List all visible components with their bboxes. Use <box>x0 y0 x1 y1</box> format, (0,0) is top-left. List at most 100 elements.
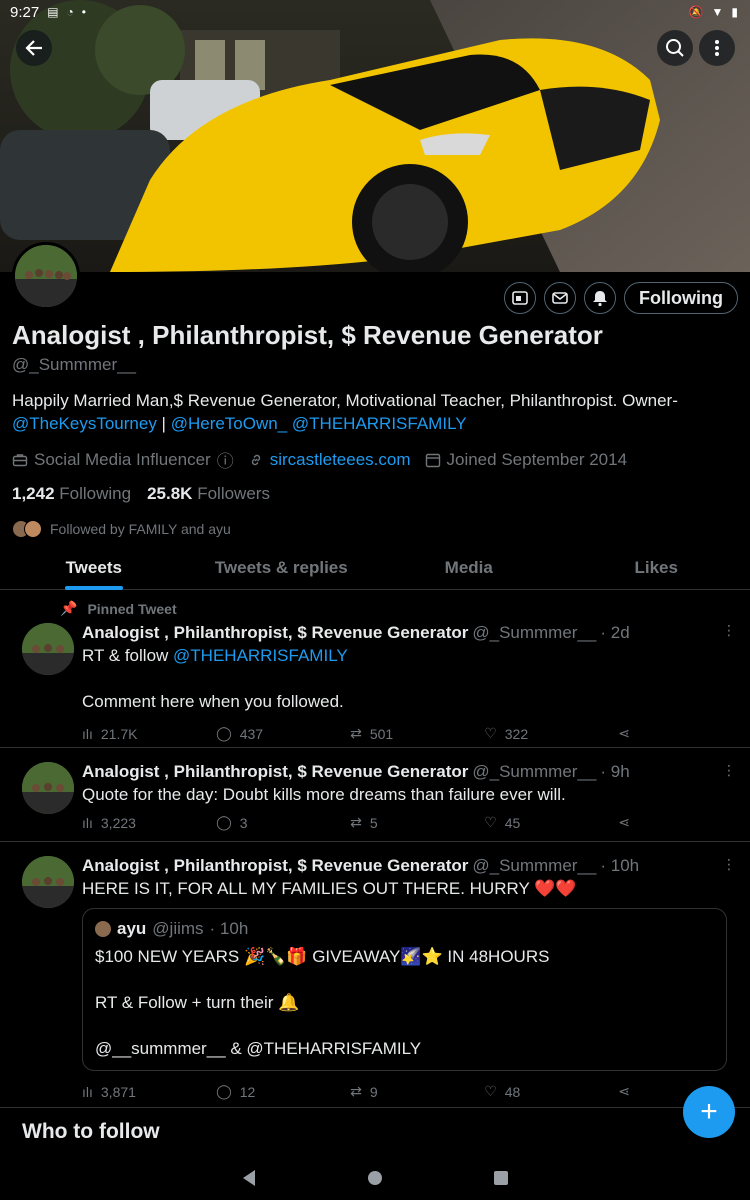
status-bar: 9:27 ▤ ◔ • 🔕 ▼ ▮ <box>0 0 750 24</box>
search-button[interactable] <box>657 30 693 66</box>
website-item: sircastleteees.com <box>248 450 411 470</box>
retweet-count: 5 <box>369 814 378 831</box>
share-button[interactable]: ⋖ <box>618 1083 630 1100</box>
website-link[interactable]: sircastleteees.com <box>270 450 411 470</box>
tweet-more-icon[interactable]: ⋮ <box>722 622 736 639</box>
tweet-item[interactable]: Analogist , Philanthropist, $ Revenue Ge… <box>0 748 750 842</box>
reply-icon: ◯ <box>216 725 232 741</box>
reply-button[interactable]: ◯ 12 <box>216 1083 286 1100</box>
like-button[interactable]: ♡ 322 <box>484 725 554 742</box>
avatar-image <box>15 245 77 307</box>
news-icon: ▤ <box>47 5 59 19</box>
subscribe-button[interactable] <box>504 282 537 314</box>
tweet-actions: ılı 21.7K ◯ 437 ⇄ 501 ♡ 322 ⋖ <box>82 725 630 742</box>
heart-icon: ♡ <box>484 725 497 741</box>
back-button[interactable] <box>16 30 52 66</box>
tweet-text-line2: Comment here when you followed. <box>82 692 344 711</box>
who-to-follow-heading: Who to follow <box>22 1120 160 1143</box>
quote-header: ayu @jiims · 10h <box>95 919 714 939</box>
display-name: Analogist , Philanthropist, $ Revenue Ge… <box>12 320 603 350</box>
reply-count: 12 <box>239 1083 256 1100</box>
retweet-icon: ⇄ <box>350 814 362 830</box>
following-count: 1,242 <box>12 484 55 503</box>
category-label: Social Media Influencer <box>34 449 211 469</box>
tweet-handle: @_Summmer__ <box>472 762 597 781</box>
following-label: Following <box>59 484 132 503</box>
profile-meta: Social Media Influencer ⓘ sircastleteees… <box>12 447 738 472</box>
followed-by-text: Followed by FAMILY and ayu <box>50 521 231 537</box>
tweet-handle: @_Summmer__ <box>472 623 597 642</box>
share-button[interactable]: ⋖ <box>618 814 630 831</box>
retweet-count: 501 <box>369 725 394 742</box>
like-count: 322 <box>504 725 529 742</box>
heart-icon: ♡ <box>484 1083 497 1099</box>
tweet-text: Quote for the day: Doubt kills more drea… <box>82 785 566 804</box>
bio-link-keystourney[interactable]: @TheKeysTourney <box>12 414 157 433</box>
retweet-button[interactable]: ⇄ 5 <box>350 814 420 831</box>
reply-button[interactable]: ◯ 437 <box>216 725 286 742</box>
retweet-button[interactable]: ⇄ 501 <box>350 725 420 742</box>
tweet-mention-link[interactable]: @THEHARRISFAMILY <box>173 646 348 665</box>
joined-item: Joined September 2014 <box>425 450 627 470</box>
mute-icon: 🔕 <box>688 5 704 19</box>
like-button[interactable]: ♡ 48 <box>484 1083 554 1100</box>
views-icon: ılı <box>82 725 93 742</box>
followed-by[interactable]: Followed by FAMILY and ayu <box>12 520 738 538</box>
compose-tweet-button[interactable]: + <box>683 1086 735 1138</box>
reply-count: 437 <box>239 725 264 742</box>
tweet-author[interactable]: Analogist , Philanthropist, $ Revenue Ge… <box>82 762 468 782</box>
views-count: 3,871 <box>100 1083 136 1100</box>
quoted-tweet[interactable]: ayu @jiims · 10h $100 NEW YEARS 🎉🍾🎁 GIVE… <box>82 908 727 1071</box>
profile-avatar[interactable] <box>12 242 80 310</box>
tab-media[interactable]: Media <box>375 546 563 589</box>
info-icon[interactable]: ⓘ <box>217 447 234 472</box>
like-button[interactable]: ♡ 45 <box>484 814 554 831</box>
tab-tweets-replies[interactable]: Tweets & replies <box>188 546 376 589</box>
banner-image <box>0 0 750 272</box>
following-count-link[interactable]: 1,242 Following <box>12 484 131 504</box>
plus-icon: + <box>700 1095 718 1128</box>
nav-home-icon[interactable] <box>367 1170 383 1186</box>
mail-icon <box>552 292 568 304</box>
message-button[interactable] <box>544 282 577 314</box>
followers-count: 25.8K <box>147 484 193 503</box>
avatar-image <box>22 856 74 908</box>
reply-button[interactable]: ◯ 3 <box>216 814 286 831</box>
tweet-header: Analogist , Philanthropist, $ Revenue Ge… <box>82 762 734 782</box>
tweet-item[interactable]: 📌 Pinned Tweet Analogist , Philanthropis… <box>0 592 750 748</box>
share-button[interactable]: ⋖ <box>618 725 630 742</box>
share-icon: ⋖ <box>618 814 630 830</box>
retweet-icon: ⇄ <box>350 725 362 741</box>
views-button[interactable]: ılı 21.7K <box>82 725 152 742</box>
dot-icon: • <box>81 5 86 19</box>
views-button[interactable]: ılı 3,223 <box>82 814 152 831</box>
views-count: 21.7K <box>100 725 138 742</box>
more-button[interactable] <box>699 30 735 66</box>
nav-back-icon[interactable] <box>241 1169 257 1187</box>
bell-plus-icon <box>593 291 608 307</box>
reply-icon: ◯ <box>216 814 232 830</box>
tweet-item[interactable]: Analogist , Philanthropist, $ Revenue Ge… <box>0 842 750 1108</box>
tab-likes[interactable]: Likes <box>563 546 750 589</box>
bio-link-harrisfamily[interactable]: @THEHARRISFAMILY <box>292 414 467 433</box>
tweet-author[interactable]: Analogist , Philanthropist, $ Revenue Ge… <box>82 623 468 643</box>
bio-text: Happily Married Man,$ Revenue Generator,… <box>12 391 678 410</box>
notifications-button[interactable] <box>584 282 617 314</box>
status-time: 9:27 <box>10 3 40 21</box>
tweet-avatar[interactable] <box>22 762 74 814</box>
tweet-avatar[interactable] <box>22 623 74 675</box>
nav-recents-icon[interactable] <box>493 1170 509 1186</box>
views-button[interactable]: ılı 3,871 <box>82 1083 152 1100</box>
tweet-author[interactable]: Analogist , Philanthropist, $ Revenue Ge… <box>82 856 468 876</box>
followers-label: Followers <box>197 484 270 503</box>
retweet-button[interactable]: ⇄ 9 <box>350 1083 420 1100</box>
tweet-header: Analogist , Philanthropist, $ Revenue Ge… <box>82 856 734 876</box>
profile-tabs: Tweets Tweets & replies Media Likes <box>0 546 750 590</box>
bio-link-heretoown[interactable]: @HereToOwn_ <box>171 414 287 433</box>
tweet-avatar[interactable] <box>22 856 74 908</box>
followers-count-link[interactable]: 25.8K Followers <box>147 484 270 504</box>
tweet-more-icon[interactable]: ⋮ <box>722 762 736 779</box>
following-button[interactable]: Following <box>624 282 738 314</box>
tweet-more-icon[interactable]: ⋮ <box>722 856 736 873</box>
tab-tweets[interactable]: Tweets <box>0 546 188 590</box>
